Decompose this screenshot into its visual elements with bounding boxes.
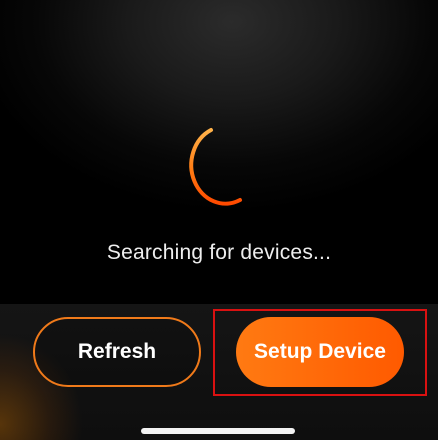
device-search-screen: Searching for devices... Refresh Setup D… — [0, 0, 438, 440]
refresh-button-label: Refresh — [77, 340, 157, 363]
home-indicator[interactable] — [141, 428, 295, 434]
highlight-box — [213, 309, 427, 396]
loading-spinner-icon — [189, 128, 242, 206]
searching-status-text: Searching for devices... — [106, 241, 332, 264]
refresh-button[interactable]: Refresh — [33, 317, 201, 387]
